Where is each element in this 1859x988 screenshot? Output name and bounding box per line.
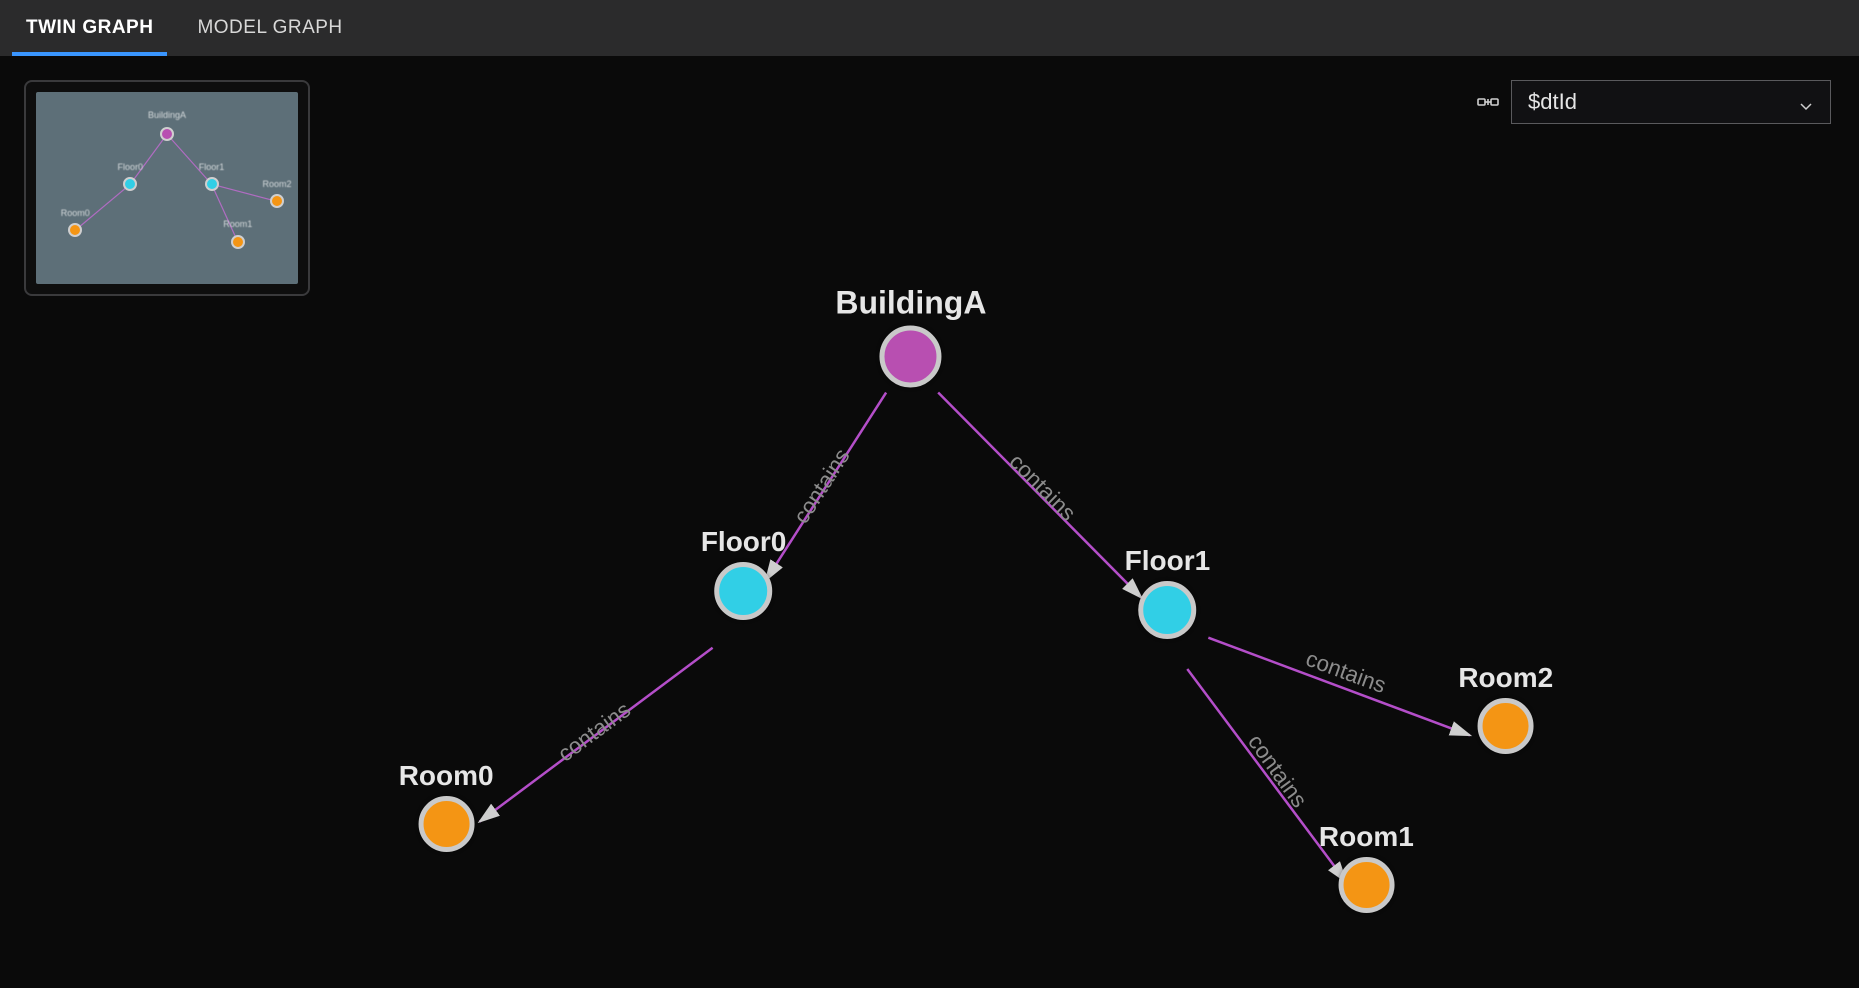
mini-node-floor1 bbox=[205, 177, 219, 191]
mini-label: BuildingA bbox=[148, 110, 186, 120]
minimap-viewport: BuildingA Floor0 Floor1 Room0 Room1 Room… bbox=[36, 92, 298, 284]
tab-twin-graph[interactable]: TWIN GRAPH bbox=[4, 0, 175, 56]
node-label: Room2 bbox=[1458, 662, 1553, 694]
mini-node-room1 bbox=[231, 235, 245, 249]
mini-node-room0 bbox=[68, 223, 82, 237]
minimap[interactable]: BuildingA Floor0 Floor1 Room0 Room1 Room… bbox=[24, 80, 310, 296]
node-floor1[interactable]: Floor1 bbox=[1125, 545, 1211, 639]
node-label: Room1 bbox=[1319, 821, 1414, 853]
mini-label: Room2 bbox=[263, 179, 292, 189]
display-property-dropdown[interactable]: $dtId bbox=[1511, 80, 1831, 124]
node-room1[interactable]: Room1 bbox=[1319, 821, 1414, 913]
node-label: Room0 bbox=[399, 760, 494, 792]
node-circle bbox=[1338, 857, 1394, 913]
edge-label: contains bbox=[1004, 449, 1080, 526]
mini-node-buildingA bbox=[160, 127, 174, 141]
tab-model-graph[interactable]: MODEL GRAPH bbox=[175, 0, 364, 56]
display-property-selector: $dtId bbox=[1475, 80, 1831, 124]
mini-node-floor0 bbox=[123, 177, 137, 191]
edge-label: contains bbox=[789, 444, 855, 528]
node-circle bbox=[880, 325, 942, 387]
mini-label: Floor1 bbox=[199, 162, 225, 172]
mini-label: Room1 bbox=[223, 219, 252, 229]
node-buildingA[interactable]: BuildingA bbox=[835, 284, 986, 387]
node-floor0[interactable]: Floor0 bbox=[701, 526, 787, 620]
tab-bar: TWIN GRAPH MODEL GRAPH bbox=[0, 0, 1859, 56]
node-room2[interactable]: Room2 bbox=[1458, 662, 1553, 754]
node-label: Floor1 bbox=[1125, 545, 1211, 577]
node-room0[interactable]: Room0 bbox=[399, 760, 494, 852]
mini-label: Room0 bbox=[61, 208, 90, 218]
display-property-icon bbox=[1475, 89, 1501, 115]
mini-label: Floor0 bbox=[118, 162, 144, 172]
tab-label: MODEL GRAPH bbox=[197, 17, 342, 39]
edge-floor1-room2 bbox=[1208, 638, 1469, 736]
graph-canvas[interactable]: $dtId BuildingA Floor0 Floor1 Roo bbox=[0, 56, 1859, 988]
tab-label: TWIN GRAPH bbox=[26, 17, 153, 39]
edge-label: contains bbox=[1243, 730, 1312, 813]
edge-label: contains bbox=[553, 697, 635, 767]
node-label: Floor0 bbox=[701, 526, 787, 558]
chevron-down-icon bbox=[1798, 94, 1814, 110]
node-circle bbox=[1478, 698, 1534, 754]
mini-node-room2 bbox=[270, 194, 284, 208]
node-circle bbox=[418, 796, 474, 852]
node-label: BuildingA bbox=[835, 284, 986, 321]
dropdown-value: $dtId bbox=[1528, 89, 1577, 115]
node-circle bbox=[715, 562, 773, 620]
node-circle bbox=[1138, 581, 1196, 639]
